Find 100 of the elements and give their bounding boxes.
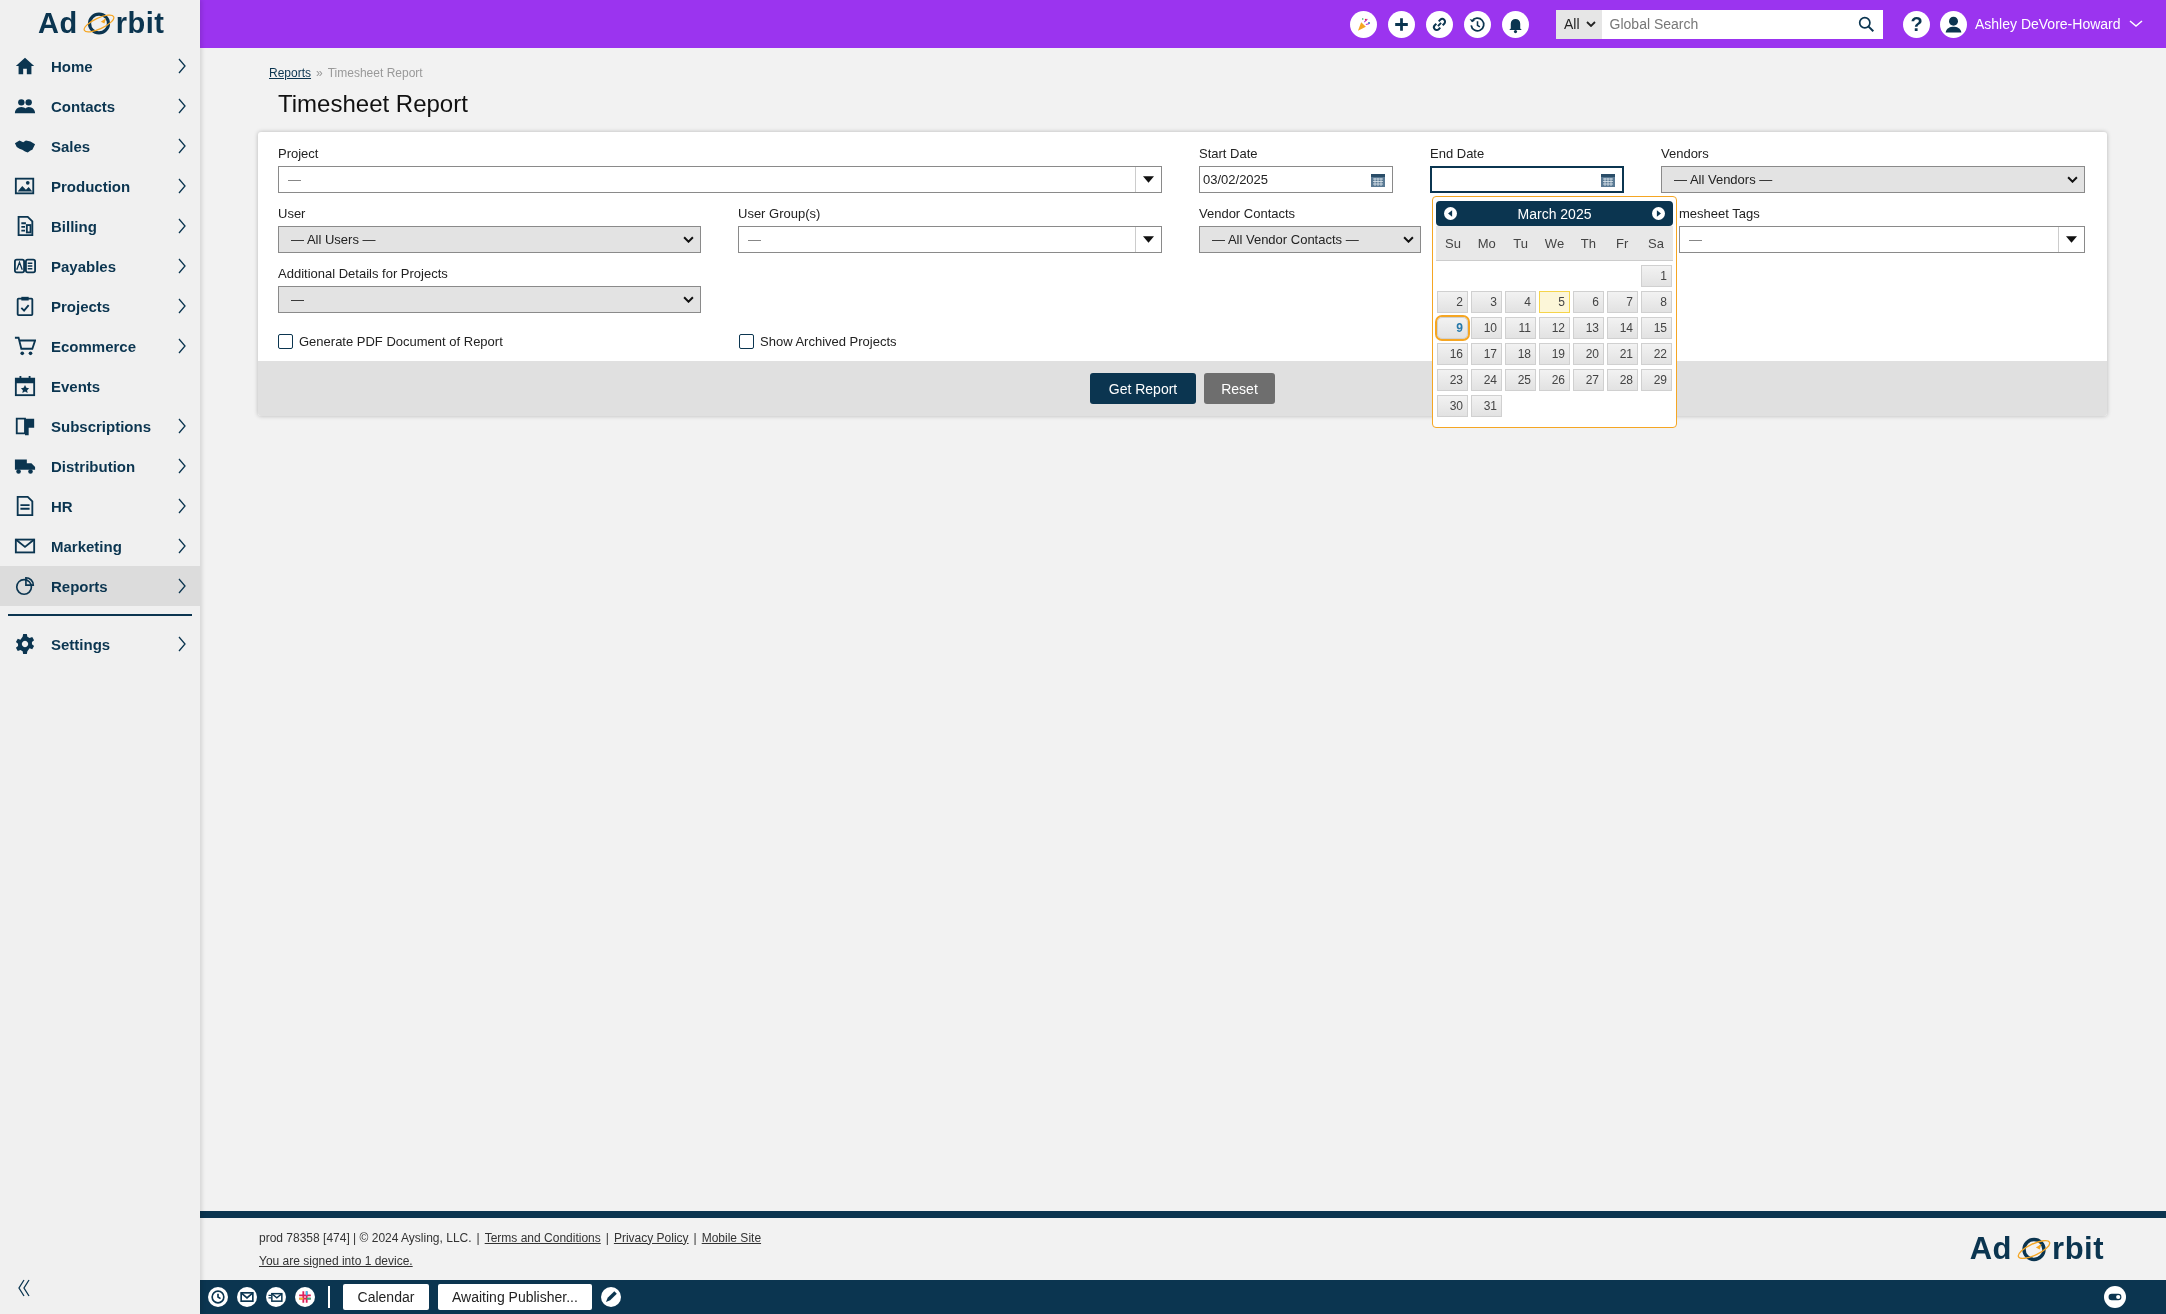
sidebar-item[interactable]: Distribution (0, 446, 200, 486)
breadcrumb-link[interactable]: Reports (269, 66, 312, 80)
chevron-down-icon (2067, 176, 2078, 183)
footer-link[interactable]: Terms and Conditions (484, 1230, 601, 1245)
day-cell[interactable]: 14 (1607, 317, 1638, 339)
sidebar-item[interactable]: Billing (0, 206, 200, 246)
day-cell[interactable]: 18 (1505, 343, 1536, 365)
select-field[interactable]: — All Vendors — (1661, 166, 2085, 193)
day-cell[interactable]: 3 (1471, 291, 1502, 313)
field-label: Vendor Contacts (1199, 205, 1296, 223)
checkbox[interactable]: Generate PDF Document of Report (278, 334, 739, 349)
chevron-down-icon[interactable] (2128, 20, 2143, 28)
sidebar-item[interactable]: Events (0, 366, 200, 406)
month-title: March 2025 (1517, 205, 1592, 222)
taskbar-tab[interactable]: Awaiting Publisher... (438, 1284, 592, 1310)
date-field[interactable]: 03/02/2025 (1199, 166, 1393, 193)
toggle-icon[interactable] (2104, 1286, 2126, 1308)
link-icon[interactable] (1426, 10, 1453, 38)
checkbox[interactable]: Show Archived Projects (739, 334, 1139, 349)
clock-icon[interactable] (208, 1287, 228, 1307)
day-cell[interactable]: 13 (1573, 317, 1604, 339)
sidebar-item[interactable]: Payables (0, 246, 200, 286)
select-field[interactable]: — All Vendor Contacts — (1199, 226, 1421, 253)
sidebar-item[interactable]: Ecommerce (0, 326, 200, 366)
day-cell[interactable]: 2 (1437, 291, 1468, 313)
day-cell[interactable]: 17 (1471, 343, 1502, 365)
party-popper-icon[interactable] (1350, 10, 1377, 38)
day-cell[interactable]: 20 (1573, 343, 1604, 365)
day-cell[interactable]: 5 (1539, 291, 1570, 313)
day-cell[interactable]: 30 (1437, 395, 1468, 417)
sidebar-item[interactable]: Reports (0, 566, 200, 606)
day-cell[interactable]: 7 (1607, 291, 1638, 313)
select-field[interactable]: — (278, 286, 701, 313)
search-field[interactable]: All Global Search (1556, 9, 1883, 39)
sidebar-item[interactable]: Home (0, 46, 200, 86)
scope-dropdown[interactable]: All (1556, 9, 1602, 39)
envelope-icon[interactable] (266, 1287, 286, 1307)
reset-button[interactable]: Reset (1204, 373, 1275, 404)
select-field[interactable]: — All Users — (278, 226, 701, 253)
calendar-icon[interactable] (1370, 171, 1386, 188)
calendar-icon[interactable] (1600, 171, 1616, 188)
logo-mark-icon (80, 9, 117, 37)
logo-text: rbit (2052, 1231, 2104, 1267)
bell-icon[interactable] (1502, 10, 1529, 38)
day-cell[interactable]: 31 (1471, 395, 1502, 417)
day-cell[interactable]: 27 (1573, 369, 1604, 391)
day-cell[interactable]: 10 (1471, 317, 1502, 339)
document-icon (14, 495, 36, 517)
footer-separator: | (693, 1230, 697, 1245)
day-cell[interactable]: 9 (1437, 317, 1468, 339)
combo-field[interactable]: — (738, 226, 1162, 253)
sidebar-item[interactable]: Settings (0, 624, 200, 664)
signed-in-link[interactable]: You are signed into 1 device. (259, 1253, 413, 1268)
day-cell[interactable]: 15 (1641, 317, 1672, 339)
sidebar-item[interactable]: Production (0, 166, 200, 206)
grid-icon[interactable] (295, 1287, 315, 1307)
collapse-icon[interactable] (17, 1278, 31, 1298)
day-cell[interactable]: 23 (1437, 369, 1468, 391)
sidebar-item[interactable]: Sales (0, 126, 200, 166)
user-name[interactable]: Ashley DeVore-Howard (1975, 16, 2121, 32)
day-cell[interactable]: 29 (1641, 369, 1672, 391)
day-cell[interactable]: 12 (1539, 317, 1570, 339)
caret-icon (1143, 176, 1154, 183)
footer-link[interactable]: Mobile Site (701, 1230, 762, 1245)
taskbar-tab[interactable]: Calendar (343, 1284, 429, 1310)
day-cell[interactable]: 8 (1641, 291, 1672, 313)
day-cell[interactable]: 28 (1607, 369, 1638, 391)
sidebar-item[interactable]: Projects (0, 286, 200, 326)
history-icon[interactable] (1464, 10, 1491, 38)
sidebar-item[interactable]: Contacts (0, 86, 200, 126)
weekday-label: Fr (1615, 235, 1630, 251)
day-cell[interactable]: 1 (1641, 265, 1672, 287)
sidebar-item[interactable]: Subscriptions (0, 406, 200, 446)
footer-link[interactable]: Privacy Policy (613, 1230, 689, 1245)
envelope-icon[interactable] (237, 1287, 257, 1307)
day-cell[interactable]: 22 (1641, 343, 1672, 365)
help-button[interactable]: ? (1903, 10, 1930, 38)
plus-icon[interactable] (1388, 10, 1415, 38)
day-cell[interactable]: 11 (1505, 317, 1536, 339)
day-cell[interactable]: 16 (1437, 343, 1468, 365)
day-cell[interactable]: 21 (1607, 343, 1638, 365)
gear-icon (14, 633, 36, 655)
next-icon[interactable] (1652, 207, 1665, 220)
submit-button[interactable]: Get Report (1090, 373, 1196, 404)
day-cell[interactable]: 24 (1471, 369, 1502, 391)
day-cell[interactable]: 6 (1573, 291, 1604, 313)
date-field[interactable] (1430, 166, 1624, 193)
day-cell[interactable]: 26 (1539, 369, 1570, 391)
avatar-icon[interactable] (1940, 10, 1967, 38)
search-icon[interactable] (1858, 15, 1875, 33)
previous-icon[interactable] (1444, 207, 1457, 220)
day-cell[interactable]: 25 (1505, 369, 1536, 391)
day-cell[interactable]: 19 (1539, 343, 1570, 365)
sidebar-item[interactable]: HR (0, 486, 200, 526)
combo-field[interactable]: — (278, 166, 1162, 193)
pencil-icon[interactable] (600, 1287, 621, 1307)
field-label: Additional Details for Projects (278, 265, 448, 283)
sidebar-item[interactable]: Marketing (0, 526, 200, 566)
day-cell[interactable]: 4 (1505, 291, 1536, 313)
combo-field[interactable]: — (1679, 226, 2085, 253)
